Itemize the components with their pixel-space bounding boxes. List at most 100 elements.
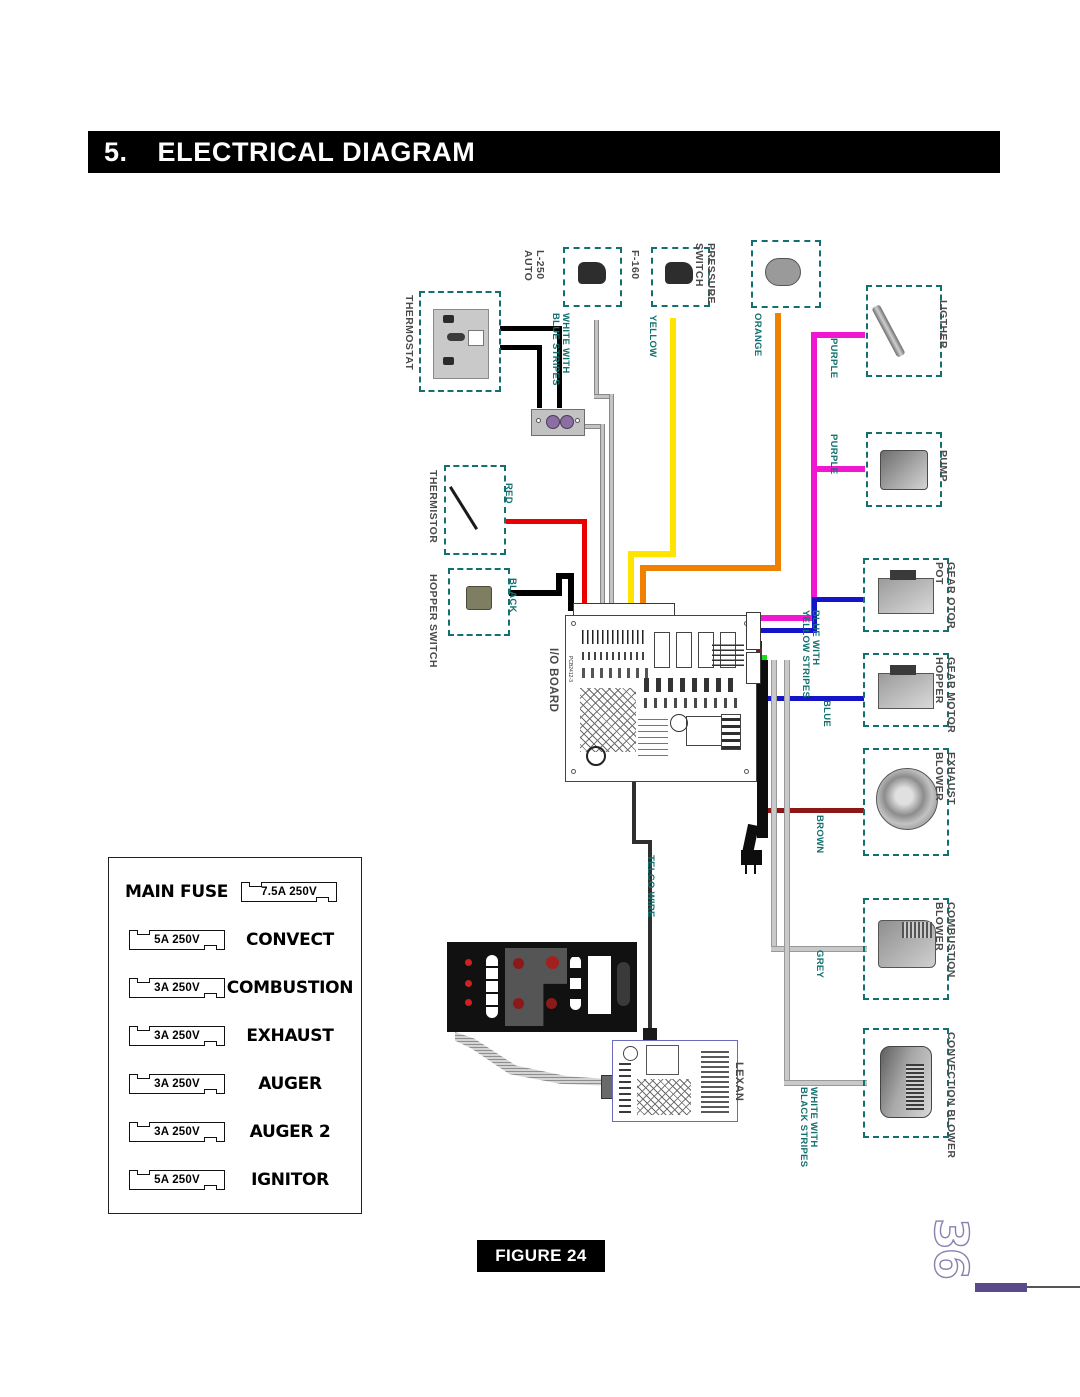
- io-board-triac-row: [644, 678, 740, 692]
- io-board-dense-left: [580, 688, 636, 752]
- io-board-connector-right-2: [746, 652, 761, 684]
- label-combustion-blower: COMBUSTION BLOWER: [933, 902, 958, 978]
- control-panel-badge: [617, 962, 630, 1006]
- wire-red-v: [582, 519, 587, 611]
- component-ligther[interactable]: [866, 285, 942, 377]
- fuse-row: 3A 250V COMBUSTION: [109, 966, 361, 1010]
- component-thermistor[interactable]: [444, 465, 506, 555]
- lexan-board[interactable]: [612, 1040, 738, 1122]
- io-board-screw-bl: [571, 769, 576, 774]
- power-plug-icon: [741, 850, 762, 865]
- thermostat-screw-top-icon: [443, 315, 454, 323]
- label-exhaust-blower: EXHAUST BLOWER: [933, 752, 958, 805]
- gear-motor-pot-icon: [878, 578, 934, 614]
- convection-blower-grille-icon: [906, 1064, 924, 1110]
- io-board-dense-mid: [638, 716, 668, 756]
- label-gear-motor-pot: GEAR OTOR POT: [933, 562, 958, 629]
- control-panel[interactable]: [447, 942, 637, 1032]
- fuse-row: 5A 250V IGNITOR: [109, 1158, 361, 1202]
- terminal-contact-2: [560, 415, 574, 429]
- fuse-name: COMBUSTION: [226, 978, 354, 998]
- label-convection-blower: CONVECTION BLOWER: [945, 1032, 957, 1159]
- ribbon-cable: [455, 1032, 615, 1086]
- io-board-cap-large: [670, 714, 688, 732]
- control-panel-led-column: [486, 955, 498, 1018]
- label-f160: F-160: [629, 250, 641, 280]
- page-rule-accent: [975, 1283, 1027, 1292]
- wire-label-purple-ligther: PURPLE: [828, 338, 839, 379]
- io-board-relay-1: [654, 632, 670, 668]
- gear-motor-hopper-cap-icon: [890, 665, 916, 675]
- f160-sensor-icon: [665, 262, 693, 284]
- fuse-rating: 3A 250V: [129, 1073, 225, 1095]
- page-number: 36: [923, 1217, 978, 1279]
- wire-label-purple-pump: PURPLE: [828, 434, 839, 475]
- io-board-screw-br: [744, 769, 749, 774]
- fuse-row: 3A 250V EXHAUST: [109, 1014, 361, 1058]
- io-board-header-right: [712, 644, 744, 666]
- wire-purple-bus-v: [811, 332, 817, 472]
- wire-label-telco: TELCO WIRE: [645, 855, 656, 918]
- io-board[interactable]: PCB2412-3: [565, 615, 757, 782]
- io-board-caps-row: [582, 668, 650, 678]
- control-panel-button-up[interactable]: [546, 956, 559, 969]
- wire-label-yellow: YELLOW: [647, 315, 658, 358]
- fuse-name: EXHAUST: [246, 1026, 334, 1046]
- wire-telco-top-h: [632, 840, 652, 844]
- wire-white-black-v: [784, 660, 790, 1083]
- fuse-table: MAIN FUSE 7.5A 250V 5A 250V CONVECT 3A 250V C…: [108, 857, 362, 1214]
- control-panel-display: [588, 956, 611, 1014]
- fuse-name: AUGER: [258, 1074, 322, 1094]
- fuse-rating: 3A 250V: [129, 1025, 225, 1047]
- io-board-transformer: [721, 714, 741, 750]
- wire-label-blue: BLUE: [821, 700, 832, 728]
- label-gear-motor-hopper: GEAR MOTOR HOPPER: [933, 657, 958, 734]
- terminal-screw-1: [536, 418, 541, 423]
- wire-terminal-grey-v: [600, 424, 605, 609]
- lexan-cap-round: [623, 1046, 638, 1061]
- io-board-resistors-mid: [644, 698, 740, 708]
- control-panel-indicator-2: [465, 980, 472, 987]
- io-board-ic-block: [686, 716, 722, 746]
- wire-label-black: BLACK: [507, 578, 518, 613]
- wire-label-grey: GREY: [814, 950, 825, 979]
- wire-blue-yellow-h2: [812, 597, 864, 602]
- wire-thermostat-bot-v: [537, 345, 542, 408]
- label-lexan: LEXAN: [733, 1062, 745, 1102]
- label-pressure-switch: PRESSURE SWITCH: [693, 243, 718, 304]
- io-board-screw-tl: [571, 621, 576, 626]
- fuse-name: IGNITOR: [251, 1170, 329, 1190]
- thermostat-display-icon: [468, 330, 484, 346]
- label-pump: PUMP: [937, 450, 949, 482]
- control-panel-indicator-3: [465, 999, 472, 1006]
- wire-yellow-h: [628, 551, 676, 557]
- power-plug-prong-left: [745, 864, 747, 874]
- io-board-cap-bottom: [586, 746, 606, 766]
- wire-label-brown: BROWN: [814, 815, 825, 854]
- control-panel-button-down[interactable]: [513, 998, 524, 1009]
- pump-body-icon: [880, 450, 928, 490]
- page-rule-line: [1027, 1286, 1080, 1288]
- control-panel-button-reset[interactable]: [546, 998, 557, 1009]
- thermostat-screw-bot-icon: [443, 357, 454, 365]
- wire-white-blue-v1: [594, 320, 599, 397]
- wire-thermostat-bot: [500, 345, 542, 350]
- control-panel-button-mode[interactable]: [513, 958, 524, 969]
- terminal-contact-1: [546, 415, 560, 429]
- label-ligther: LIGTHER: [937, 300, 949, 349]
- label-thermistor: THERMISTOR: [427, 470, 439, 544]
- io-board-relay-2: [676, 632, 692, 668]
- fuse-rating: 5A 250V: [129, 1169, 225, 1191]
- gear-motor-hopper-icon: [878, 673, 934, 709]
- thermostat-dial-icon: [447, 333, 465, 341]
- wire-power-cord: [757, 660, 768, 838]
- label-hopper-switch: HOPPER SWITCH: [427, 574, 439, 668]
- fuse-row: 3A 250V AUGER 2: [109, 1110, 361, 1154]
- gear-motor-pot-cap-icon: [890, 570, 916, 580]
- wire-white-black-h: [784, 1080, 867, 1086]
- wire-label-white-blue-stripes: WHITE WITH BLUE STRIPES: [550, 313, 571, 386]
- label-l250-auto: L-250 AUTO: [522, 250, 547, 282]
- wire-label-red: RED: [503, 483, 514, 504]
- fuse-row: MAIN FUSE 7.5A 250V: [109, 870, 361, 914]
- figure-caption: FIGURE 24: [477, 1240, 605, 1272]
